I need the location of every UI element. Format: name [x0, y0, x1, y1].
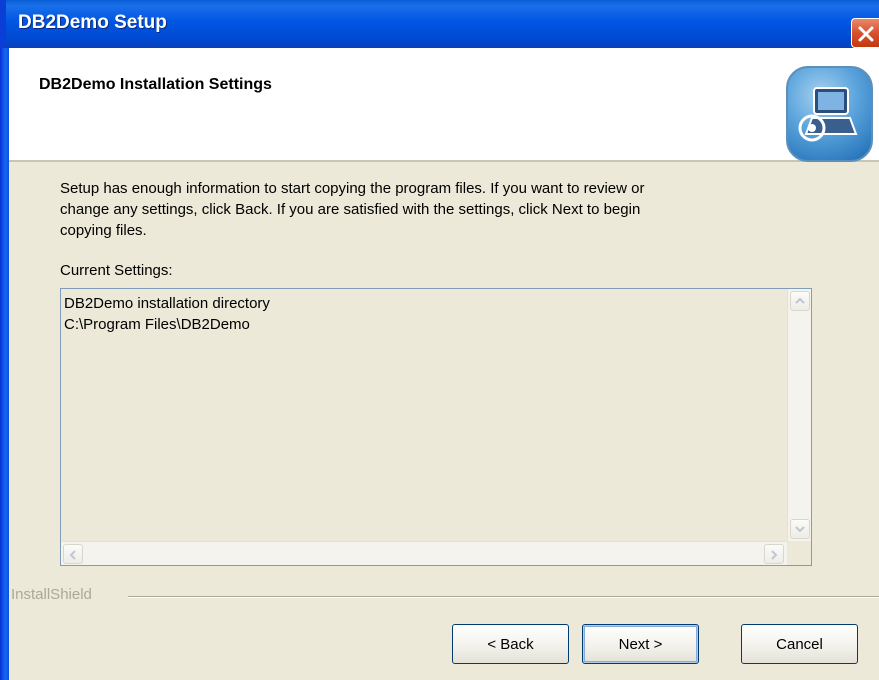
setup-computer-icon — [786, 66, 873, 162]
chevron-down-icon — [795, 526, 805, 533]
current-settings-label: Current Settings: — [60, 262, 173, 279]
horizontal-scrollbar[interactable] — [61, 541, 788, 565]
chevron-right-icon — [771, 550, 778, 560]
close-icon — [858, 26, 874, 42]
window-title: DB2Demo Setup — [18, 12, 167, 33]
dialog-header: DB2Demo Installation Settings — [9, 48, 879, 162]
back-button[interactable]: < Back — [452, 624, 569, 664]
installshield-label: InstallShield — [11, 586, 92, 603]
footer-divider — [128, 596, 879, 598]
scroll-left-button[interactable] — [63, 544, 83, 564]
current-settings-content: DB2Demo installation directory C:\Progra… — [64, 295, 270, 333]
cancel-button[interactable]: Cancel — [741, 624, 858, 664]
window-frame-left — [0, 48, 9, 680]
scroll-corner — [787, 541, 811, 565]
scroll-right-button[interactable] — [764, 544, 784, 564]
vertical-scrollbar[interactable] — [787, 289, 811, 541]
scroll-up-button[interactable] — [790, 291, 810, 311]
chevron-up-icon — [795, 297, 805, 304]
next-button[interactable]: Next > — [582, 624, 699, 664]
title-bar[interactable]: DB2Demo Setup — [0, 0, 879, 48]
scroll-down-button[interactable] — [790, 519, 810, 539]
current-settings-textbox[interactable]: DB2Demo installation directory C:\Progra… — [60, 288, 812, 566]
header-title: DB2Demo Installation Settings — [39, 76, 272, 93]
close-button[interactable] — [851, 18, 879, 48]
instructions-text: Setup has enough information to start co… — [60, 180, 645, 239]
chevron-left-icon — [69, 550, 76, 560]
